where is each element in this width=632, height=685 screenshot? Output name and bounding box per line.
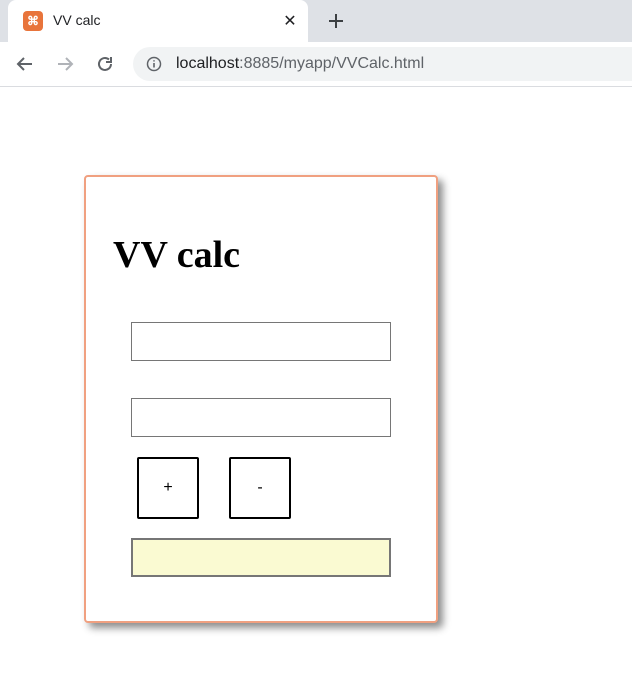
close-tab-icon[interactable]: ✕	[278, 9, 302, 33]
calculator-card: VV calc + -	[84, 175, 438, 623]
result-field	[131, 538, 391, 577]
tab-strip: ⌘ VV calc ✕	[0, 0, 632, 42]
subtract-button[interactable]: -	[229, 457, 291, 519]
add-button[interactable]: +	[137, 457, 199, 519]
xampp-favicon-icon: ⌘	[23, 11, 43, 31]
page-title: VV calc	[113, 234, 240, 276]
browser-tab[interactable]: ⌘ VV calc ✕	[8, 0, 308, 42]
info-icon[interactable]	[145, 55, 163, 73]
reload-icon[interactable]	[93, 52, 117, 76]
forward-arrow-icon[interactable]	[53, 52, 77, 76]
address-bar[interactable]: localhost:8885/myapp/VVCalc.html	[133, 47, 632, 81]
back-arrow-icon[interactable]	[13, 52, 37, 76]
url-text: localhost:8885/myapp/VVCalc.html	[176, 55, 424, 73]
first-number-input[interactable]	[131, 322, 391, 361]
tab-title: VV calc	[53, 12, 101, 28]
new-tab-plus-icon[interactable]	[323, 8, 349, 34]
url-path: :8885/myapp/VVCalc.html	[239, 55, 425, 72]
second-number-input[interactable]	[131, 398, 391, 437]
browser-toolbar: localhost:8885/myapp/VVCalc.html	[0, 42, 632, 87]
url-host: localhost	[176, 55, 240, 72]
